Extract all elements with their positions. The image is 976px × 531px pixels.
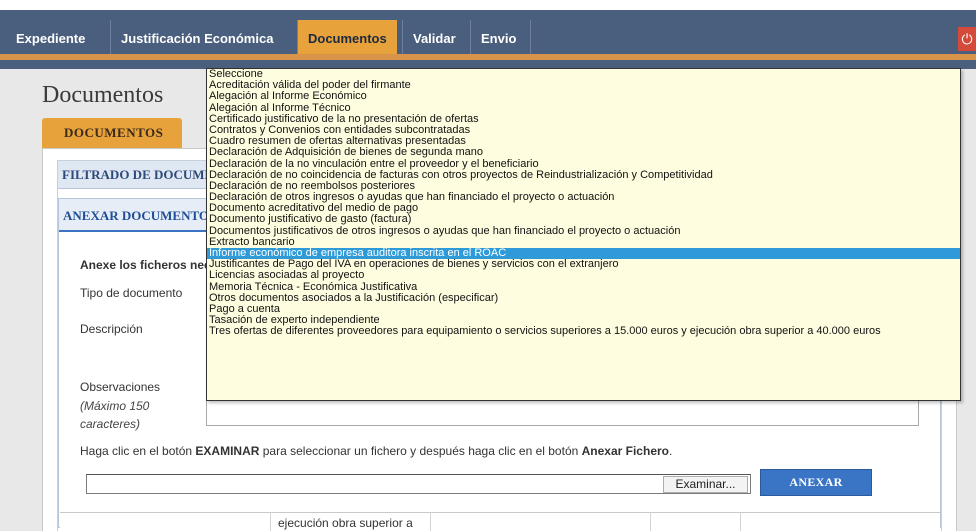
nav-accent-bar [0, 54, 976, 60]
tab-justificacion-economica[interactable]: Justificación Económica [111, 20, 283, 58]
tab-documentos[interactable]: Documentos [298, 20, 397, 58]
page-title: Documentos [42, 82, 164, 108]
main-nav: Expediente Justificación Económica Docum… [0, 10, 976, 69]
tab-expediente[interactable]: Expediente [6, 20, 95, 58]
dropdown-option[interactable]: Tres ofertas de diferentes proveedores p… [207, 326, 960, 337]
table-cell-divider [650, 512, 651, 531]
intro-text: Anexe los ficheros nec [80, 258, 211, 272]
tipo-documento-dropdown-list[interactable]: Seleccione Acreditación válida del poder … [206, 68, 961, 401]
tipo-documento-label: Tipo de documento [80, 286, 183, 300]
nav-separator [530, 20, 531, 58]
file-path-input[interactable] [86, 474, 751, 494]
observaciones-hint: (Máximo 150 [80, 399, 150, 413]
table-cell-divider [740, 512, 741, 531]
table-row-text: ejecución obra superior a [278, 516, 413, 530]
observaciones-label: Observaciones [80, 380, 161, 394]
dropdown-option[interactable]: Declaración de la no vinculación entre e… [207, 158, 960, 170]
documents-table [60, 512, 940, 531]
upload-instructions: Haga clic en el botón EXAMINAR para sele… [80, 444, 673, 458]
descripcion-label: Descripción [80, 322, 143, 336]
dropdown-option[interactable]: Alegación al Informe Económico [207, 91, 960, 102]
dropdown-option[interactable]: Otros documentos asociados a la Justific… [207, 292, 960, 304]
anexar-fichero-button[interactable]: ANEXAR FICHERO [760, 469, 872, 514]
tab-documentos-sub[interactable]: DOCUMENTOS [42, 118, 182, 148]
dropdown-option[interactable]: Declaración de Adquisición de bienes de … [207, 147, 960, 158]
dropdown-option[interactable]: Licencias asociadas al proyecto [207, 270, 960, 281]
power-icon[interactable]: ⏻ [958, 27, 976, 51]
table-cell-divider [430, 512, 431, 531]
dropdown-option[interactable]: Documentos justificativos de otros ingre… [207, 225, 960, 237]
table-cell-divider [270, 512, 271, 531]
tab-envio[interactable]: Envio [471, 20, 526, 58]
dropdown-option[interactable]: Documento justificativo de gasto (factur… [207, 214, 960, 225]
observaciones-hint: caracteres) [80, 417, 141, 431]
examinar-button[interactable]: Examinar... [663, 476, 748, 493]
top-strip [0, 0, 976, 10]
tab-validar[interactable]: Validar [403, 20, 466, 58]
